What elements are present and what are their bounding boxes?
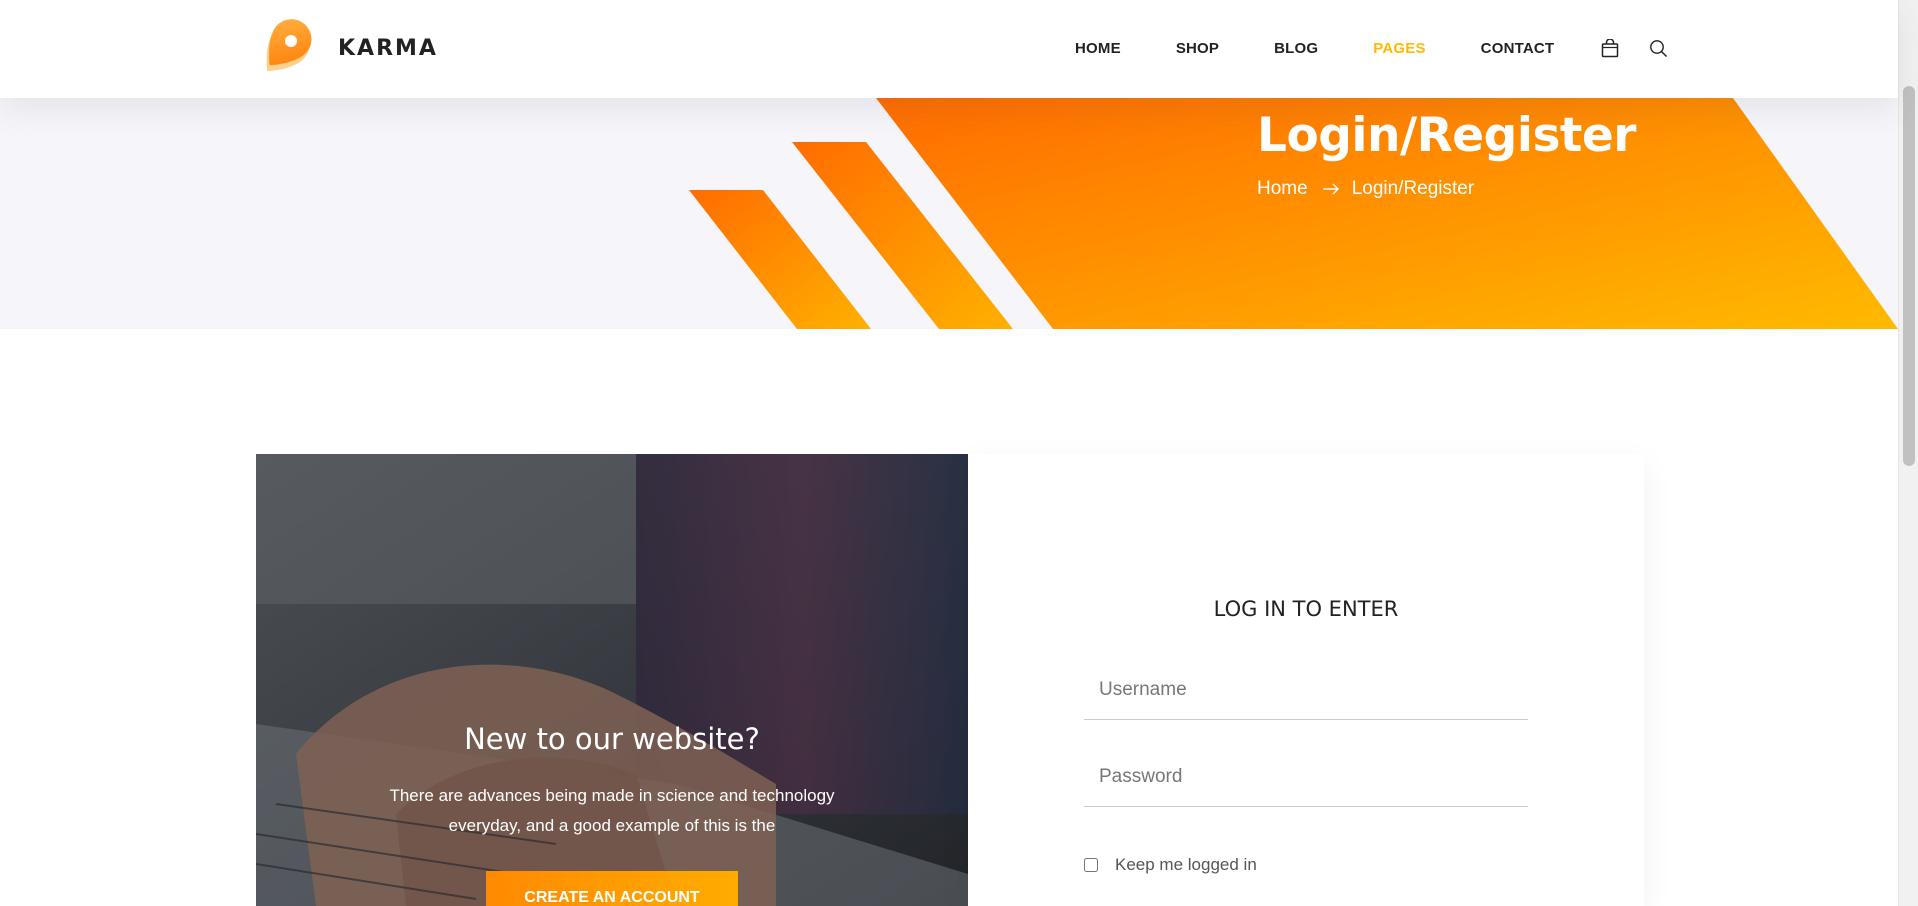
new-user-title: New to our website? xyxy=(464,722,760,756)
create-account-button[interactable]: CREATE AN ACCOUNT xyxy=(486,871,738,906)
site-header: KARMA HOME SHOP BLOG PAGES CONTACT xyxy=(0,0,1898,98)
nav-blog[interactable]: BLOG xyxy=(1274,40,1318,57)
keep-logged-in-checkbox[interactable] xyxy=(1084,858,1098,872)
scrollbar-thumb[interactable] xyxy=(1903,86,1915,466)
arrow-right-icon xyxy=(1322,183,1340,195)
keep-logged-in-label[interactable]: Keep me logged in xyxy=(1115,855,1257,875)
password-input[interactable] xyxy=(1084,747,1528,807)
breadcrumb-home[interactable]: Home xyxy=(1257,178,1308,200)
nav-pages[interactable]: PAGES xyxy=(1373,40,1425,57)
nav-shop[interactable]: SHOP xyxy=(1176,40,1219,57)
page-banner: Login/Register Home Login/Register xyxy=(0,98,1898,329)
brand-name: KARMA xyxy=(338,35,438,61)
nav-contact[interactable]: CONTACT xyxy=(1481,40,1555,57)
shopping-bag-icon[interactable] xyxy=(1599,37,1621,59)
nav-home[interactable]: HOME xyxy=(1075,40,1121,57)
location-pin-logo-icon xyxy=(266,19,312,72)
new-user-text: There are advances being made in science… xyxy=(389,786,835,835)
login-panel: LOG IN TO ENTER Keep me logged in xyxy=(968,454,1644,906)
breadcrumb: Home Login/Register xyxy=(1257,178,1474,200)
page-scrollbar[interactable] xyxy=(1898,0,1918,906)
main-nav: HOME SHOP BLOG PAGES CONTACT xyxy=(1075,0,1695,96)
keep-logged-in-row: Keep me logged in xyxy=(1084,855,1257,875)
username-input[interactable] xyxy=(1084,660,1528,720)
login-title: LOG IN TO ENTER xyxy=(1213,597,1399,621)
page-title: Login/Register xyxy=(1257,108,1636,163)
search-icon[interactable] xyxy=(1647,37,1669,59)
new-user-panel: New to our website? There are advances b… xyxy=(256,454,968,906)
breadcrumb-current[interactable]: Login/Register xyxy=(1352,178,1475,200)
brand-logo[interactable]: KARMA xyxy=(255,15,438,81)
